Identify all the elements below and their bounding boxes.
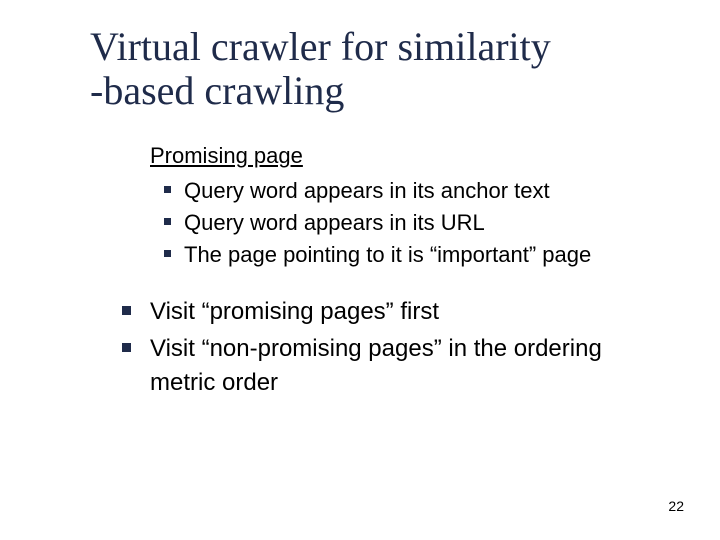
page-number: 22 [668, 498, 684, 514]
slide: Virtual crawler for similarity -based cr… [0, 0, 720, 540]
mainitem-text: Visit “non-promising pages” in the order… [150, 335, 602, 396]
list-item: Visit “promising pages” first [108, 295, 660, 329]
title-line-2: -based crawling [90, 68, 344, 113]
mainitems-list: Visit “promising pages” first Visit “non… [108, 295, 660, 400]
square-bullet-icon [122, 343, 131, 352]
subitems-list: Query word appears in its anchor text Qu… [150, 175, 660, 271]
subitem-text: Query word appears in its anchor text [184, 178, 550, 203]
list-item: Query word appears in its anchor text [150, 175, 660, 207]
subheading-promising-page: Promising page [150, 143, 660, 169]
subitem-text: The page pointing to it is “important” p… [184, 242, 591, 267]
list-item: The page pointing to it is “important” p… [150, 239, 660, 271]
slide-content: Promising page Query word appears in its… [150, 143, 660, 399]
square-bullet-icon [122, 306, 131, 315]
square-bullet-icon [164, 218, 171, 225]
title-line-1: Virtual crawler for similarity [90, 24, 551, 69]
mainitem-text: Visit “promising pages” first [150, 298, 439, 325]
square-bullet-icon [164, 186, 171, 193]
subitem-text: Query word appears in its URL [184, 210, 485, 235]
square-bullet-icon [164, 250, 171, 257]
list-item: Query word appears in its URL [150, 207, 660, 239]
slide-title: Virtual crawler for similarity -based cr… [90, 25, 680, 113]
list-item: Visit “non-promising pages” in the order… [108, 332, 660, 399]
